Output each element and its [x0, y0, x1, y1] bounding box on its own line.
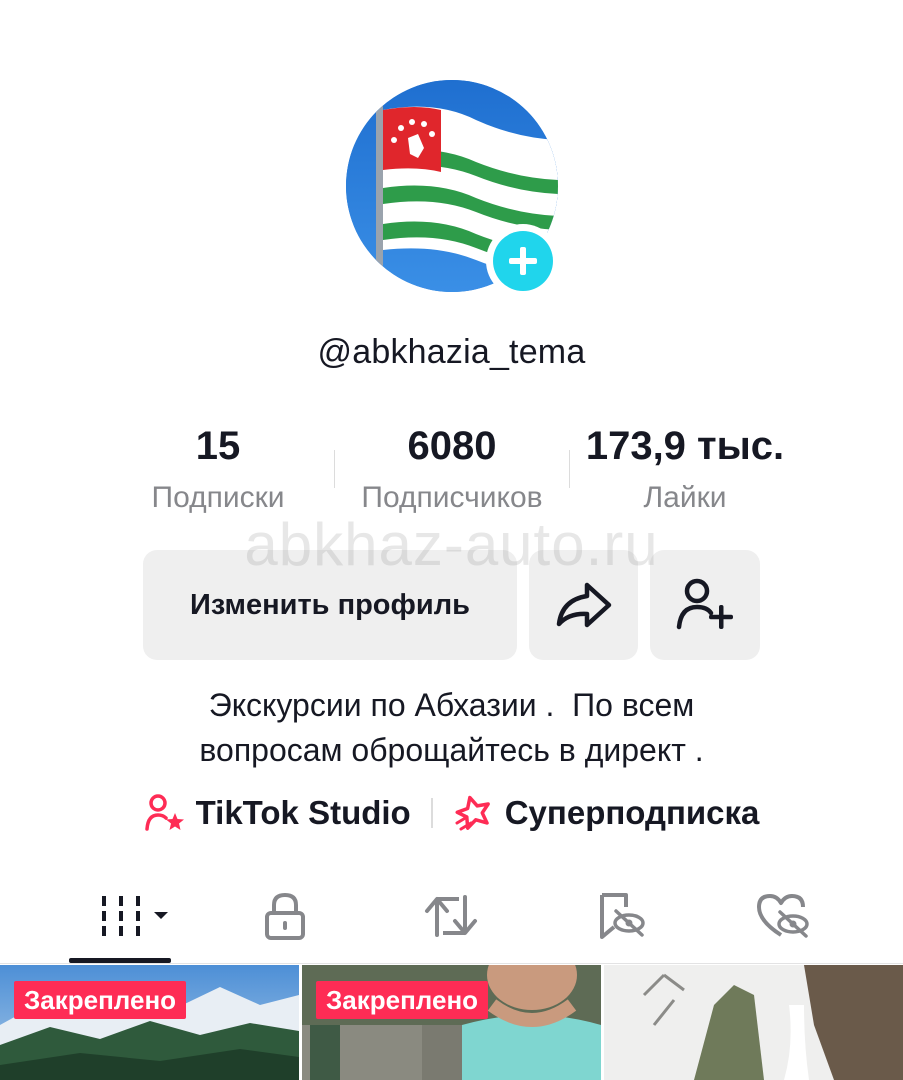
profile-tabs: [0, 870, 903, 964]
share-profile-button[interactable]: [529, 550, 638, 660]
video-thumbnail[interactable]: [604, 965, 903, 1080]
pinned-badge: Закреплено: [14, 981, 187, 1019]
profile-stats: 15 Подписки 6080 Подписчиков 173,9 тыс. …: [100, 422, 803, 522]
plus-icon: [493, 231, 553, 291]
tab-liked[interactable]: [738, 888, 828, 944]
repost-icon: [425, 895, 477, 937]
video-thumbnail[interactable]: Закреплено: [302, 965, 601, 1080]
tab-reposts[interactable]: [406, 888, 496, 944]
tab-videos[interactable]: [85, 888, 175, 944]
studio-person-star-icon: [144, 794, 184, 831]
profile-links: TikTok Studio Суперподписка: [0, 793, 903, 833]
super-subscription-label: Суперподписка: [504, 794, 760, 831]
active-tab-indicator: [69, 958, 171, 963]
heart-hidden-icon: [757, 894, 809, 938]
tiktok-studio-label: TikTok Studio: [195, 794, 411, 831]
profile-bio: Экскурсии по Абхазии . По всем вопросам …: [0, 683, 903, 773]
add-avatar-button[interactable]: [486, 224, 560, 298]
tab-favorites[interactable]: [575, 888, 665, 944]
video-grid: Закреплено Закреплено: [0, 965, 903, 1080]
avatar-container[interactable]: [346, 80, 560, 298]
pinned-badge: Закреплено: [316, 981, 489, 1019]
stat-likes[interactable]: 173,9 тыс. Лайки: [574, 422, 796, 520]
waterfall-thumbnail-image: [604, 965, 903, 1080]
add-friend-button[interactable]: [650, 550, 760, 660]
edit-profile-button[interactable]: Изменить профиль: [143, 550, 517, 660]
grid-videos-icon: [102, 896, 168, 936]
add-person-icon: [676, 578, 733, 630]
bio-line: вопросам оброщайтесь в директ .: [199, 732, 704, 768]
share-arrow-icon: [556, 582, 611, 628]
username: @abkhazia_tema: [317, 333, 586, 371]
stat-followers-label: Подписчиков: [361, 481, 543, 514]
stat-followers[interactable]: 6080 Подписчиков: [340, 422, 564, 520]
stat-followers-value: 6080: [407, 424, 497, 468]
lock-icon: [265, 892, 305, 940]
tab-private[interactable]: [240, 888, 330, 944]
stat-likes-value: 173,9 тыс.: [585, 424, 785, 468]
bookmark-hidden-icon: [600, 893, 645, 939]
stat-likes-label: Лайки: [643, 481, 727, 514]
stat-divider: [334, 450, 335, 488]
stat-divider: [569, 450, 570, 488]
super-subscription-link[interactable]: Суперподписка: [453, 793, 760, 833]
video-thumbnail[interactable]: Закреплено: [0, 965, 299, 1080]
tiktok-studio-link[interactable]: TikTok Studio: [144, 793, 411, 833]
super-subscription-icon: [455, 795, 490, 831]
link-divider: [430, 798, 433, 828]
stat-following[interactable]: 15 Подписки: [116, 422, 320, 520]
stat-following-value: 15: [195, 424, 241, 468]
stat-following-label: Подписки: [151, 481, 285, 514]
bio-line: Экскурсии по Абхазии . По всем: [208, 687, 695, 723]
